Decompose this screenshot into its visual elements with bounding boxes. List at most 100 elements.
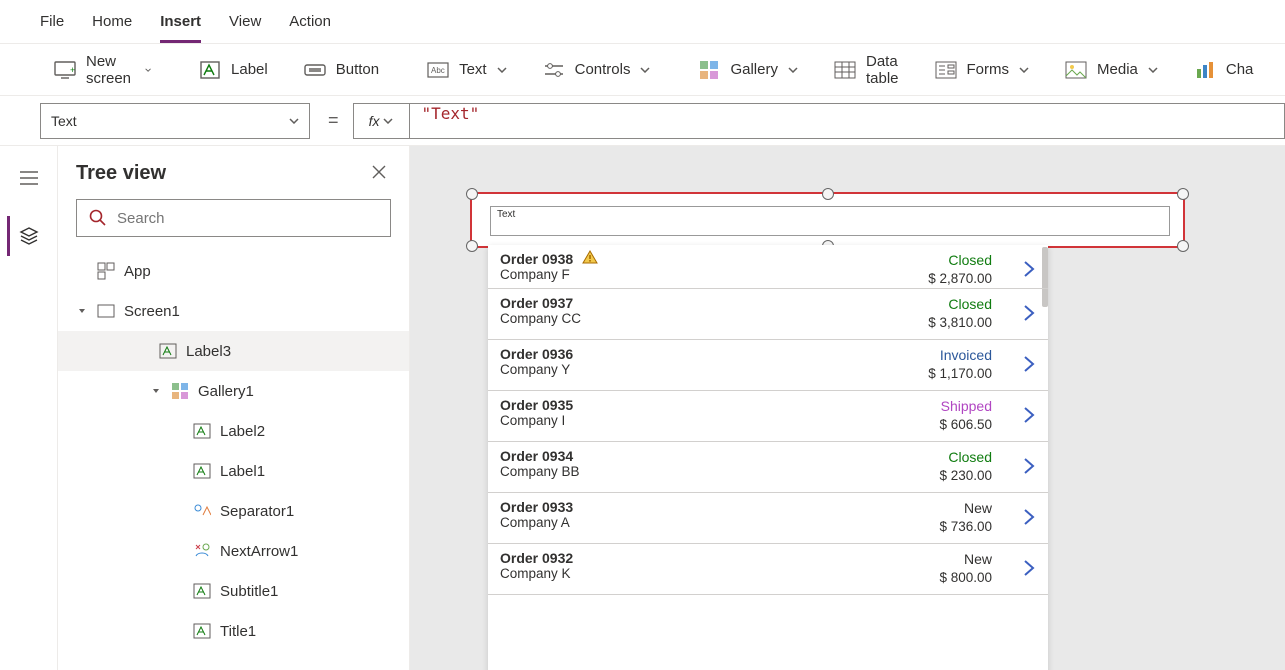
data-table-icon — [834, 59, 856, 81]
main-area: Tree view App — [0, 146, 1285, 670]
order-title: Order 0933 — [500, 499, 1036, 515]
chevron-down-icon — [383, 118, 393, 124]
tree-view-button[interactable] — [7, 216, 47, 256]
next-arrow-icon[interactable] — [1022, 354, 1036, 374]
tab-home[interactable]: Home — [92, 3, 132, 40]
insert-charts-label: Cha — [1226, 61, 1254, 78]
insert-media-button[interactable]: Media — [1047, 44, 1176, 95]
next-arrow-icon[interactable] — [1022, 456, 1036, 476]
screen-icon: + — [54, 59, 76, 81]
gallery-row[interactable]: Order 0933Company ANew$ 736.00 — [488, 493, 1048, 544]
screen-icon — [96, 301, 116, 321]
resize-handle[interactable] — [822, 188, 834, 200]
separator-icon — [192, 501, 212, 521]
resize-handle[interactable] — [1177, 240, 1189, 252]
expand-caret[interactable] — [76, 306, 88, 316]
expand-caret[interactable] — [150, 386, 162, 396]
menu-tabs: File Home Insert View Action — [0, 0, 1285, 44]
insert-text-label: Text — [459, 61, 487, 78]
next-arrow-icon[interactable] — [1022, 405, 1036, 425]
tree-node-label3[interactable]: Label3 — [58, 331, 409, 371]
insert-button-button[interactable]: Button — [286, 44, 397, 95]
close-button[interactable] — [371, 164, 391, 184]
gallery-row[interactable]: Order 0938Company FClosed$ 2,870.00 — [488, 245, 1048, 289]
resize-handle[interactable] — [466, 188, 478, 200]
price-label: $ 2,870.00 — [928, 271, 992, 286]
next-arrow-icon[interactable] — [1022, 507, 1036, 527]
tab-file[interactable]: File — [40, 3, 64, 40]
tree-node-label: Separator1 — [220, 503, 294, 520]
gallery-row[interactable]: Order 0935Company IShipped$ 606.50 — [488, 391, 1048, 442]
label-icon — [158, 341, 178, 361]
canvas-gallery1[interactable]: Order 0938Company FClosed$ 2,870.00Order… — [488, 245, 1048, 670]
forms-icon — [935, 59, 957, 81]
controls-icon — [543, 59, 565, 81]
order-title: Order 0932 — [500, 550, 1036, 566]
hamburger-button[interactable] — [9, 158, 49, 198]
tree-node-subtitle1[interactable]: Subtitle1 — [58, 571, 409, 611]
tree-node-label2[interactable]: Label2 — [58, 411, 409, 451]
tree-node-label: Label1 — [220, 463, 265, 480]
chevron-down-icon — [788, 67, 798, 73]
tree-node-gallery1[interactable]: Gallery1 — [58, 371, 409, 411]
next-arrow-icon[interactable] — [1022, 303, 1036, 323]
price-label: $ 230.00 — [939, 468, 992, 483]
insert-gallery-button[interactable]: Gallery — [680, 44, 816, 95]
next-arrow-icon[interactable] — [1022, 259, 1036, 279]
tab-action[interactable]: Action — [289, 3, 331, 40]
tree-node-label: App — [124, 263, 151, 280]
label-icon — [192, 581, 212, 601]
insert-controls-button[interactable]: Controls — [525, 44, 669, 95]
fx-button[interactable]: fx — [353, 103, 409, 139]
chevron-down-icon — [1019, 67, 1029, 73]
label-icon — [192, 621, 212, 641]
status-label: Invoiced — [940, 347, 992, 363]
resize-handle[interactable] — [466, 240, 478, 252]
insert-forms-button[interactable]: Forms — [917, 44, 1048, 95]
tree-node-screen1[interactable]: Screen1 — [58, 291, 409, 331]
label-icon — [192, 461, 212, 481]
close-icon — [371, 164, 387, 180]
new-screen-label: New screen — [86, 53, 135, 87]
tree-node-app[interactable]: App — [58, 251, 409, 291]
property-dropdown[interactable]: Text — [40, 103, 310, 139]
fx-label: fx — [369, 113, 380, 129]
insert-text-button[interactable]: Abc Text — [409, 44, 525, 95]
search-input[interactable] — [117, 210, 378, 227]
insert-datatable-button[interactable]: Data table — [816, 44, 917, 95]
gallery-row[interactable]: Order 0934Company BBClosed$ 230.00 — [488, 442, 1048, 493]
resize-handle[interactable] — [1177, 188, 1189, 200]
tab-insert[interactable]: Insert — [160, 3, 201, 43]
tree-search[interactable] — [76, 199, 391, 237]
tree-node-label: Subtitle1 — [220, 583, 278, 600]
next-arrow-icon[interactable] — [1022, 558, 1036, 578]
canvas[interactable]: Text Order 0938Company FClosed$ 2,870.00… — [410, 146, 1285, 670]
gallery-icon — [170, 381, 190, 401]
gallery-row[interactable]: Order 0937Company CCClosed$ 3,810.00 — [488, 289, 1048, 340]
formula-input[interactable]: "Text" — [409, 103, 1285, 139]
price-label: $ 3,810.00 — [928, 315, 992, 330]
ribbon-insert: + New screen Label Button Abc Text Contr… — [0, 44, 1285, 96]
button-icon — [304, 59, 326, 81]
gallery-row[interactable]: Order 0936Company YInvoiced$ 1,170.00 — [488, 340, 1048, 391]
tree-title: Tree view — [76, 162, 166, 185]
tree-node-label1[interactable]: Label1 — [58, 451, 409, 491]
status-label: Closed — [948, 252, 992, 268]
insert-charts-button[interactable]: Cha — [1176, 44, 1272, 95]
search-icon — [89, 209, 107, 227]
status-label: New — [964, 500, 992, 516]
status-label: Closed — [948, 296, 992, 312]
gallery-row[interactable]: Order 0932Company KNew$ 800.00 — [488, 544, 1048, 595]
new-screen-button[interactable]: + New screen — [36, 44, 169, 95]
tab-view[interactable]: View — [229, 3, 261, 40]
tree-node-title1[interactable]: Title1 — [58, 611, 409, 651]
tree-node-label: Label3 — [186, 343, 231, 360]
tree-node-label: Title1 — [220, 623, 256, 640]
hamburger-icon — [19, 170, 39, 186]
tree-node-nextarrow1[interactable]: NextArrow1 — [58, 531, 409, 571]
tree-node-separator1[interactable]: Separator1 — [58, 491, 409, 531]
insert-gallery-label: Gallery — [730, 61, 778, 78]
media-icon — [1065, 59, 1087, 81]
canvas-label3[interactable]: Text — [490, 206, 1170, 236]
insert-label-button[interactable]: Label — [181, 44, 286, 95]
